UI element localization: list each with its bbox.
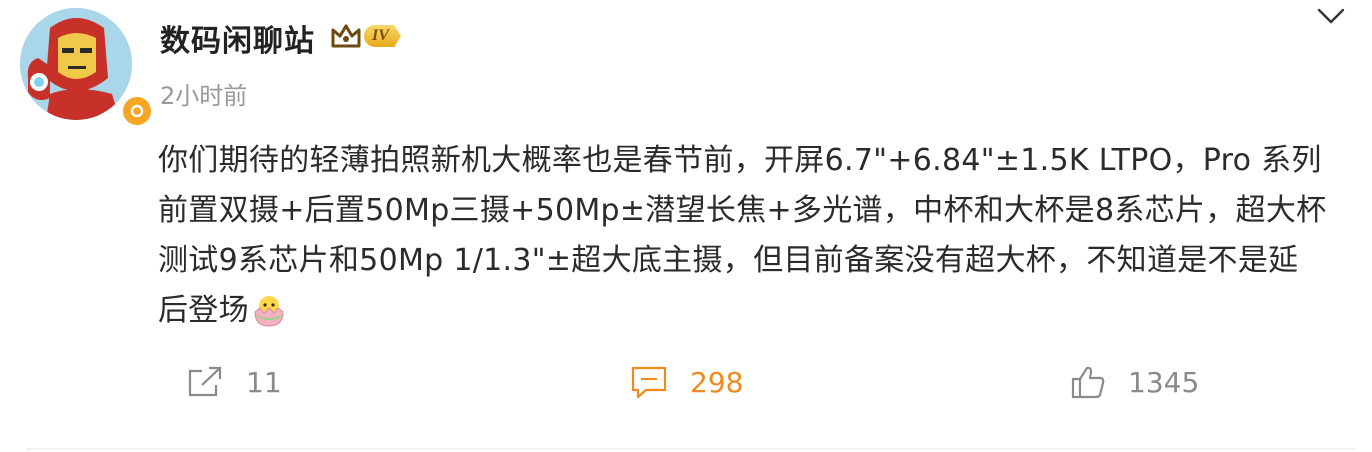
post-timestamp[interactable]: 2小时前 [160, 76, 247, 111]
comment-icon [631, 366, 667, 399]
share-icon [188, 366, 222, 397]
like-count: 1345 [1128, 365, 1200, 399]
divider [26, 448, 1356, 450]
chevron-down-icon[interactable] [1316, 4, 1346, 28]
like-button[interactable]: 1345 [1070, 362, 1199, 402]
post-content: 你们期待的轻薄拍照新机大概率也是春节前，开屏6.7"+6.84"±1.5K LT… [158, 136, 1328, 336]
comment-button[interactable]: 298 [630, 362, 743, 402]
avatar[interactable] [20, 8, 154, 128]
crown-icon [331, 24, 361, 48]
comment-count: 298 [690, 365, 744, 399]
vip-badge[interactable]: IV [330, 20, 401, 52]
hatching-chick-emoji-icon [254, 296, 284, 327]
verified-badge-icon [120, 94, 154, 128]
iron-man-avatar-icon [20, 8, 132, 120]
repost-count: 11 [246, 365, 282, 399]
repost-button[interactable]: 11 [186, 362, 282, 402]
thumbs-up-icon [1071, 366, 1105, 399]
vip-level-label: IV [364, 25, 401, 47]
username[interactable]: 数码闲聊站 [160, 16, 315, 60]
post-content-text: 你们期待的轻薄拍照新机大概率也是春节前，开屏6.7"+6.84"±1.5K LT… [158, 143, 1327, 328]
